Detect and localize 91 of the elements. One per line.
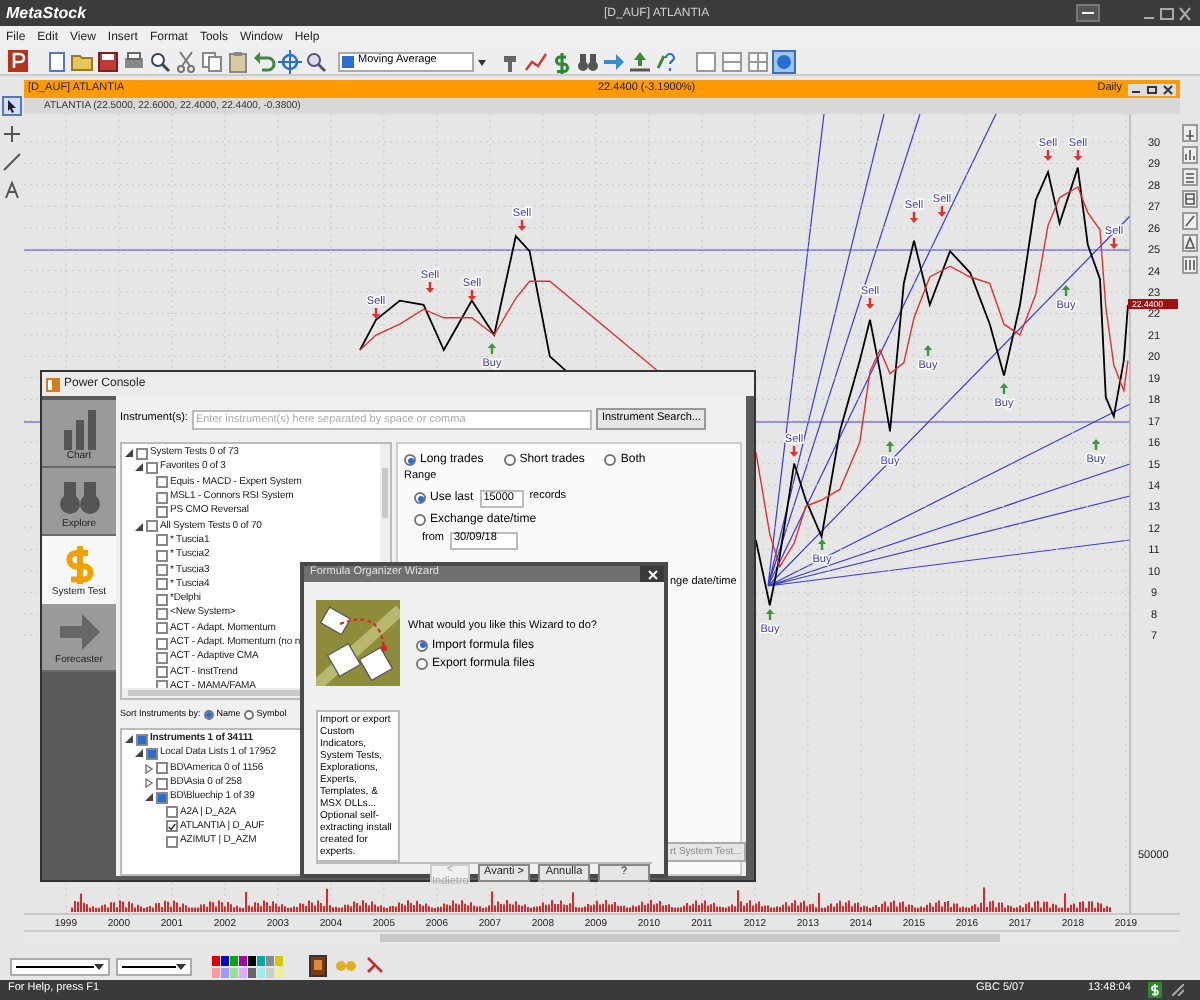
- dollar-icon[interactable]: [1148, 982, 1162, 998]
- copy-icon[interactable]: [200, 49, 224, 73]
- dropdown-caret-icon[interactable]: [94, 961, 104, 971]
- arrow-right-icon: [57, 609, 101, 653]
- radio-button[interactable]: [414, 513, 426, 525]
- restore-icon[interactable]: [1076, 4, 1100, 22]
- single-pane-icon[interactable]: [694, 49, 718, 73]
- color-palette-drawing[interactable]: [212, 955, 288, 977]
- save-icon[interactable]: [96, 49, 120, 73]
- paste-icon[interactable]: [226, 49, 250, 73]
- checkbox[interactable]: [156, 607, 168, 620]
- expanded-caret-icon[interactable]: [124, 734, 134, 745]
- checkbox[interactable]: [156, 762, 168, 775]
- dollar-icon[interactable]: [550, 49, 574, 73]
- expanded-caret-icon[interactable]: [134, 462, 144, 473]
- expanded-caret-icon[interactable]: [134, 748, 144, 759]
- checkbox[interactable]: [156, 549, 168, 562]
- bar-chart-icon[interactable]: [1182, 146, 1198, 164]
- close-icon: [647, 569, 657, 579]
- pin-icon[interactable]: [364, 956, 384, 976]
- checkbox[interactable]: [166, 806, 178, 819]
- radio-button[interactable]: [404, 454, 416, 466]
- close-icon[interactable]: [1176, 5, 1194, 21]
- undo-icon[interactable]: [252, 49, 276, 73]
- table-icon[interactable]: [1182, 190, 1198, 208]
- crosshair-icon[interactable]: [2, 124, 22, 144]
- checkbox[interactable]: [166, 820, 178, 833]
- arrow-right-icon[interactable]: [602, 49, 626, 73]
- radio-button[interactable]: [414, 492, 426, 504]
- zoom-icon[interactable]: [304, 49, 328, 73]
- checkbox[interactable]: [156, 622, 168, 635]
- radio-button[interactable]: [503, 454, 516, 466]
- line-style-dropdown[interactable]: [10, 957, 110, 975]
- checkbox[interactable]: [156, 593, 168, 606]
- split-pane-icon[interactable]: [720, 49, 744, 73]
- pointer-icon[interactable]: [2, 96, 22, 116]
- maximize-icon[interactable]: [1144, 83, 1160, 95]
- checkbox[interactable]: [146, 520, 158, 533]
- checkbox[interactable]: [156, 491, 168, 504]
- expanded-caret-icon[interactable]: [124, 448, 134, 459]
- files-drawing: [316, 600, 400, 686]
- new-document-icon[interactable]: [44, 49, 68, 73]
- maximize-icon[interactable]: [1158, 5, 1176, 21]
- checkbox[interactable]: [156, 637, 168, 649]
- line-tool-icon[interactable]: [2, 152, 22, 172]
- checkbox[interactable]: [156, 777, 168, 790]
- close-icon[interactable]: [1160, 83, 1176, 95]
- app-title: MetaStock: [4, 5, 89, 21]
- checkbox[interactable]: [156, 666, 168, 679]
- checkbox[interactable]: [156, 564, 168, 577]
- checkbox[interactable]: [166, 835, 178, 848]
- collapsed-caret-icon[interactable]: [144, 778, 154, 789]
- checkbox[interactable]: [156, 534, 168, 547]
- checkbox[interactable]: [156, 505, 168, 518]
- checkbox[interactable]: [156, 578, 168, 591]
- help-icon[interactable]: [654, 49, 678, 73]
- radio-button[interactable]: [416, 657, 428, 669]
- checkbox[interactable]: [156, 791, 168, 804]
- grid-icon[interactable]: [1182, 256, 1198, 274]
- checkbox[interactable]: [136, 447, 148, 460]
- minimize-icon[interactable]: [1128, 83, 1144, 95]
- line-width-dropdown[interactable]: [116, 957, 192, 975]
- book-icon[interactable]: [308, 954, 328, 978]
- print-icon[interactable]: [122, 49, 146, 73]
- line-tool-icon[interactable]: [1182, 212, 1198, 230]
- zoom-in-icon[interactable]: [1182, 124, 1198, 142]
- crosshair-icon[interactable]: [278, 49, 302, 73]
- dropdown-caret-icon[interactable]: [176, 961, 186, 971]
- grid-pane-icon[interactable]: [746, 49, 770, 73]
- chart-line-icon[interactable]: [524, 49, 548, 73]
- collapsed-caret-icon[interactable]: [144, 763, 154, 774]
- magnifier-icon[interactable]: [148, 49, 172, 73]
- checkbox[interactable]: [156, 651, 168, 664]
- expanded-caret-icon[interactable]: [134, 521, 144, 532]
- text-tool-icon[interactable]: [2, 180, 22, 200]
- checkbox[interactable]: [136, 733, 148, 746]
- checkbox[interactable]: [146, 461, 158, 474]
- cut-icon[interactable]: [174, 49, 198, 73]
- window-icon: [46, 377, 60, 391]
- checkbox[interactable]: [156, 476, 168, 489]
- radio-button[interactable]: [244, 709, 255, 719]
- binoculars-icon[interactable]: [576, 49, 600, 73]
- checkbox[interactable]: [146, 747, 158, 760]
- resize-grip-icon[interactable]: [1172, 984, 1184, 996]
- radio-button[interactable]: [416, 639, 428, 651]
- expanded-caret-icon[interactable]: [144, 792, 154, 803]
- radio-button[interactable]: [604, 454, 617, 466]
- radio-button[interactable]: [204, 709, 215, 719]
- app-logo-icon[interactable]: [8, 50, 28, 72]
- upload-icon[interactable]: [628, 49, 652, 73]
- close-button[interactable]: [640, 566, 664, 582]
